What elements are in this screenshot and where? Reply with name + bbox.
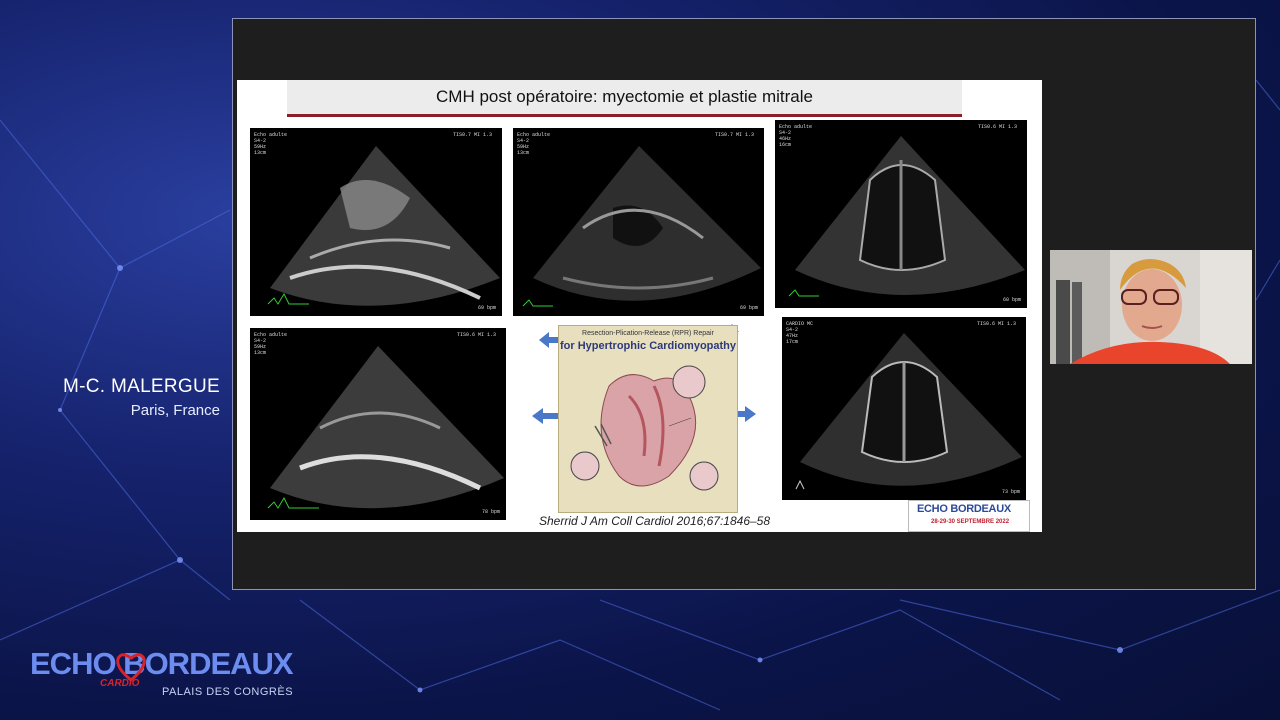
echo-image-2: Echo adulte S4-2 59Hz 13cm TIS0.7 MI 1.3…: [513, 128, 764, 316]
echo-sector-5: [795, 333, 1022, 490]
logo-venue: PALAIS DES CONGRÈS: [162, 686, 294, 698]
echo-3-header: Echo adulte S4-2 46Hz 16cm: [779, 124, 813, 148]
slide-title: CMH post opératoire: myectomie et plasti…: [436, 87, 813, 106]
echo-image-4: Echo adulte S4-2 59Hz 13cm TIS0.6 MI 1.3…: [250, 328, 506, 520]
slide-title-bar: CMH post opératoire: myectomie et plasti…: [287, 80, 962, 117]
echo-2-bpm: 69 bpm: [739, 305, 758, 311]
slide-logo-dates: 28-29-30 SEPTEMBRE 2022: [931, 519, 1010, 525]
echo-5-header: CARDIO MC S4-2 47Hz 17cm: [786, 321, 814, 345]
speaker-caption: M-C. MALERGUE Paris, France: [40, 376, 220, 419]
echo-4-header: Echo adulte S4-2 59Hz 13cm: [254, 332, 288, 356]
echo-2-tis: TIS0.7 MI 1.3: [714, 132, 754, 138]
slide-conference-logo: ECHO BORDEAUX 28-29-30 SEPTEMBRE 2022: [908, 500, 1030, 532]
heart-illustration: [570, 365, 719, 491]
echo-4-tis: TIS0.6 MI 1.3: [456, 332, 496, 338]
echo-sector-1: [267, 146, 500, 306]
echo-image-3: Echo adulte S4-2 46Hz 16cm TIS0.6 MI 1.3…: [775, 120, 1027, 308]
echo-3-tis: TIS0.6 MI 1.3: [977, 124, 1017, 130]
echo-image-5: CARDIO MC S4-2 47Hz 17cm TIS0.6 MI 1.3 7…: [782, 317, 1026, 500]
arrow-left-icon: [532, 408, 558, 424]
slide: CMH post opératoire: myectomie et plasti…: [237, 80, 1042, 532]
echo-sector-3: [788, 136, 1025, 297]
echo-sector-2: [522, 146, 761, 307]
echo-2-header: Echo adulte S4-2 59Hz 13cm: [517, 132, 551, 156]
echo-5-bpm: 73 bpm: [1001, 489, 1020, 495]
logo-cardio: CARDIO: [100, 678, 140, 689]
arrow-right-icon: [736, 406, 756, 422]
speaker-webcam: [1050, 250, 1252, 364]
echo-1-bpm: 69 bpm: [477, 305, 496, 311]
echo-3-bpm: 60 bpm: [1002, 297, 1021, 303]
echo-1-tis: TIS0.7 MI 1.3: [452, 132, 492, 138]
speaker-location: Paris, France: [130, 402, 220, 419]
citation: Sherrid J Am Coll Cardiol 2016;67:1846–5…: [539, 514, 771, 528]
rpr-repair-diagram: Resection-Plication-Release (RPR) Repair…: [558, 325, 738, 513]
speaker-name: M-C. MALERGUE: [63, 376, 220, 397]
echo-sector-4: [267, 346, 504, 509]
slide-logo-name: ECHO BORDEAUX: [917, 503, 1011, 515]
echo-5-tis: TIS0.6 MI 1.3: [976, 321, 1016, 327]
echo-1-header: Echo adulte S4-2 59Hz 13cm: [254, 132, 288, 156]
logo-text: ECHO BORDEAUX: [30, 646, 294, 681]
echo-4-bpm: 78 bpm: [481, 509, 500, 515]
speaker-video: [1050, 250, 1252, 364]
echo-image-1: Echo adulte S4-2 59Hz 13cm TIS0.7 MI 1.3…: [250, 128, 502, 316]
echo-bordeaux-logo: ECHO BORDEAUX CARDIO PALAIS DES CONGRÈS: [30, 646, 294, 699]
